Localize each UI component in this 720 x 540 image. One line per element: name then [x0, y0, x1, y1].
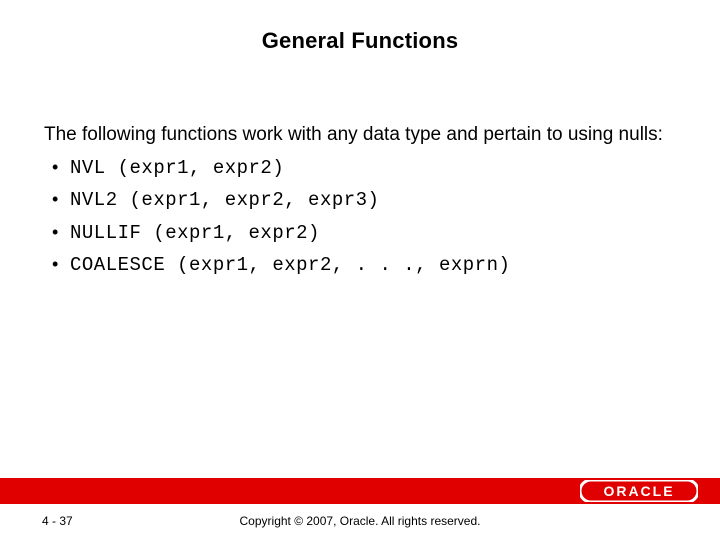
- slide: General Functions The following function…: [0, 0, 720, 540]
- list-item: NULLIF (expr1, expr2): [50, 219, 676, 248]
- slide-title: General Functions: [0, 28, 720, 54]
- bullet-list: NVL (expr1, expr2) NVL2 (expr1, expr2, e…: [44, 154, 676, 280]
- copyright-text: Copyright © 2007, Oracle. All rights res…: [0, 514, 720, 528]
- oracle-logo: ORACLE: [580, 480, 698, 502]
- list-item: COALESCE (expr1, expr2, . . ., exprn): [50, 251, 676, 280]
- code-text: NVL (expr1, expr2): [70, 157, 284, 179]
- list-item: NVL (expr1, expr2): [50, 154, 676, 183]
- logo-text: ORACLE: [603, 483, 674, 499]
- intro-text: The following functions work with any da…: [44, 122, 676, 148]
- slide-body: The following functions work with any da…: [44, 122, 676, 280]
- code-text: NVL2 (expr1, expr2, expr3): [70, 189, 379, 211]
- code-text: NULLIF (expr1, expr2): [70, 222, 320, 244]
- code-text: COALESCE (expr1, expr2, . . ., exprn): [70, 254, 510, 276]
- list-item: NVL2 (expr1, expr2, expr3): [50, 186, 676, 215]
